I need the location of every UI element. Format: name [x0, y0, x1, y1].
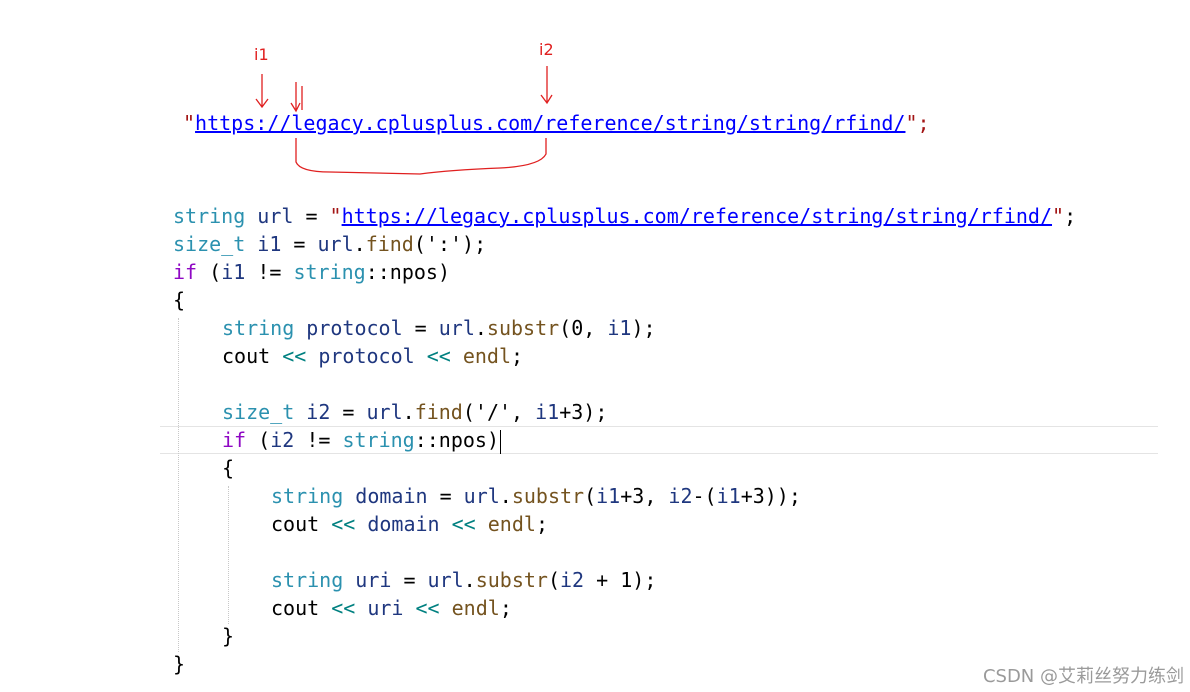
- code-line-10: string domain = url.substr(i1+3, i2-(i1+…: [271, 484, 801, 508]
- code-line-2: size_t i1 = url.find(':');: [173, 232, 487, 256]
- code-line-11: cout << domain << endl;: [271, 512, 548, 536]
- code-line-9: {: [222, 456, 235, 480]
- code-line-8: if (i2 != string::npos): [222, 428, 501, 454]
- label-i1: i1: [254, 45, 269, 64]
- label-i2: i2: [539, 40, 554, 59]
- code-line-14: }: [222, 624, 235, 648]
- quote-close: ";: [905, 111, 930, 135]
- quote-open: ": [183, 111, 196, 135]
- i1-arrow: [255, 74, 269, 109]
- text-caret: [500, 429, 501, 454]
- indent-guide-inner: [228, 486, 229, 624]
- slash-arrow-1: [290, 82, 301, 113]
- code-line-3: if (i1 != string::npos): [173, 260, 450, 284]
- code-line-13: cout << uri << endl;: [271, 596, 512, 620]
- code-line-1: string url = "https://legacy.cplusplus.c…: [173, 204, 1077, 228]
- i2-arrow: [540, 66, 553, 105]
- code-line-4: {: [173, 288, 186, 312]
- url-link[interactable]: https://legacy.cplusplus.com/reference/s…: [195, 111, 905, 135]
- code-line-15: }: [173, 652, 186, 676]
- code-line-7: size_t i2 = url.find('/', i1+3);: [222, 400, 608, 424]
- indent-guide-outer: [178, 318, 179, 652]
- url-link-code[interactable]: https://legacy.cplusplus.com/reference/s…: [342, 204, 1052, 228]
- annotated-string: "https://legacy.cplusplus.com/reference/…: [183, 110, 930, 136]
- code-line-6: cout << protocol << endl;: [222, 344, 524, 368]
- code-line-12: string uri = url.substr(i2 + 1);: [271, 568, 657, 592]
- watermark: CSDN @艾莉丝努力练剑: [982, 666, 1184, 687]
- code-line-5: string protocol = url.substr(0, i1);: [222, 316, 656, 340]
- span-bracket: [295, 138, 547, 175]
